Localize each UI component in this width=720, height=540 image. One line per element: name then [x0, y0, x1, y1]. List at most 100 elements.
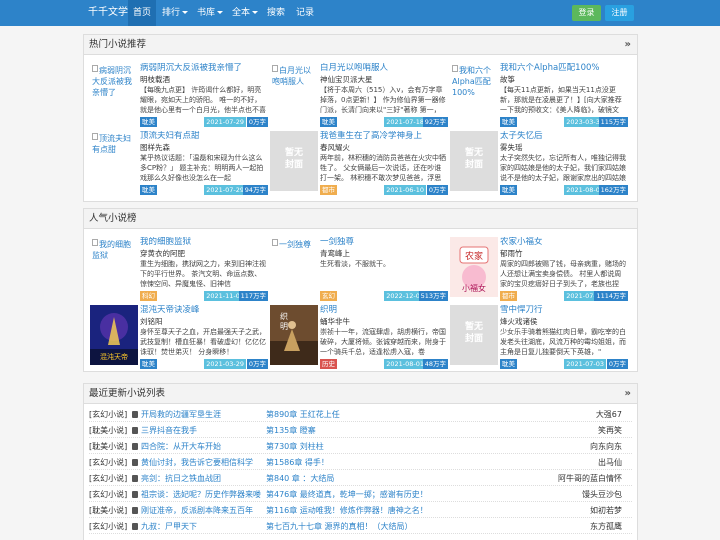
book-title[interactable]: 顶流夫妇有点甜 [140, 131, 268, 142]
row-chapter[interactable]: 第890章 王红花上任 [266, 407, 466, 422]
category-tag: 历史 [320, 359, 337, 369]
row-author: 如初若梦 [590, 506, 622, 515]
nav-rank[interactable]: 排行 [157, 0, 193, 26]
book-description: 【将于本周六（515）入v，会有万字章掉落，0点更新！】 作为修仙界第一器修门派… [320, 86, 446, 114]
update-date: 2021-08-01 [384, 359, 426, 369]
row-book[interactable]: 九叔：尸甲天下 [132, 519, 264, 534]
nav-home[interactable]: 首页 [128, 0, 157, 26]
row-chapter[interactable]: 第476章 最终道真，乾坤一掷；感谢有历史！ [266, 487, 466, 502]
book-cover[interactable]: 我和六个Alpha匹配100% [450, 63, 498, 123]
book-title[interactable]: 雪中悍刀行 [500, 305, 628, 316]
book-title[interactable]: 白月光以咆哨服人 [320, 63, 448, 74]
book-author: 刘铭阳 [140, 317, 163, 326]
book-cover[interactable]: 顶流夫妇有点甜 [90, 131, 138, 191]
book-cover[interactable]: 白月光以咆哨服人 [270, 63, 318, 123]
book-title[interactable]: 混沌天帝诀凌峰 [140, 305, 268, 316]
book-description: 两年前，林积穗的消防员爸爸在火灾中牺牲了。 父女俩最后一次说话，还在吵谁打一架。… [320, 154, 446, 182]
book-author: 图样先森 [140, 143, 170, 152]
row-book-title: 亮剑：抗日之铁血战团 [141, 474, 221, 483]
book-title[interactable]: 太子失忆后 [500, 131, 628, 142]
hot-book-1: 病弱阴沉大反派被我亲懵了 病弱阴沉大反派被我亲懵了 明枝载酒 【每晚九点更】 许… [90, 63, 268, 129]
book-cover[interactable]: 织 明 [270, 305, 318, 365]
book-title[interactable]: 病弱阴沉大反派被我亲懵了 [140, 63, 268, 74]
word-count: 162万字 [598, 185, 628, 195]
no-cover-placeholder[interactable]: 暂无 封面 [450, 131, 498, 191]
latest-panel: 最近更新小说列表 » [玄幻小说] 开局救的边疆军垦生涯 第890章 王红花上任… [83, 383, 638, 540]
zhiming-cover-illustration: 织 明 [270, 305, 318, 365]
row-category[interactable]: [耽美小说] [89, 503, 127, 518]
book-title[interactable]: 农家小福女 [500, 237, 628, 248]
book-title[interactable]: 织明 [320, 305, 448, 316]
popular-book-2: 一剑独尊 一剑独尊 青鸾峰上 生死看淡，不服就干。 玄幻 2022-12-03 51… [270, 237, 448, 303]
row-category[interactable]: [耽美小说] [89, 439, 127, 454]
latest-panel-header: 最近更新小说列表 » [84, 384, 637, 404]
more-icon[interactable]: » [625, 384, 631, 404]
row-chapter[interactable]: 第七百九十七章 源界的真相！（大结局） [266, 519, 466, 534]
row-category[interactable]: [玄幻小说] [89, 455, 127, 470]
book-title[interactable]: 我的细胞监狱 [140, 237, 268, 248]
category-tag: 都市 [320, 185, 337, 195]
row-chapter[interactable]: 第116章 运动唯我！修炼作弊器！唐神之名！ [266, 503, 466, 518]
category-tag: 耽美 [320, 117, 337, 127]
row-author: 馒头豆沙包 [582, 490, 622, 499]
book-description: 崇祯十一年，流寇肆虐，胡虏横行，帝国破碎，大厦将倾。张诚穿越而来，附身于一个骑兵… [320, 328, 446, 356]
svg-text:织: 织 [280, 311, 288, 321]
book-author: 青鸾峰上 [320, 249, 350, 258]
book-cover[interactable]: 混沌天帝 [90, 305, 138, 365]
row-book-title: 九叔：尸甲天下 [141, 522, 197, 531]
row-category[interactable]: [耽美小说] [89, 423, 127, 438]
book-icon [132, 443, 138, 450]
row-book-title: 祖宗谈：选妃呢？历史作弊器来喽 [141, 490, 261, 499]
cover-alt-text: 病弱阴沉大反派被我亲懵了 [92, 66, 132, 97]
row-category[interactable]: [玄幻小说] [89, 471, 127, 486]
row-category[interactable]: [玄幻小说] [89, 407, 127, 422]
row-book[interactable]: 开局救的边疆军垦生涯 [132, 407, 264, 422]
chevron-down-icon [252, 11, 259, 14]
book-title[interactable]: 一剑独尊 [320, 237, 448, 248]
row-book-title: 开局救的边疆军垦生涯 [141, 410, 221, 419]
row-book[interactable]: 四合院：从开大车开始 [132, 439, 264, 454]
hot-book-4: 顶流夫妇有点甜 顶流夫妇有点甜 图样先森 某乎热议话题：「温磊和宋砚为什么这么多… [90, 131, 268, 197]
row-book[interactable]: 黄仙讨封，我告诉它要相信科学 [132, 455, 264, 470]
book-title[interactable]: 我和六个Alpha匹配100% [500, 63, 628, 74]
hot-book-6: 暂无 封面 太子失忆后 雾失瑶 太子突然失忆，忘记所有人，唯独记得我家的四姑娘是他… [450, 131, 628, 197]
word-count: 0万字 [246, 359, 268, 369]
site-brand[interactable]: 千千文学 [88, 0, 128, 26]
row-chapter[interactable]: 第730章 刘柱柱 [266, 439, 466, 454]
no-cover-placeholder[interactable]: 暂无 封面 [450, 305, 498, 365]
broken-image-icon [272, 65, 278, 72]
nav-history[interactable]: 记录 [291, 0, 319, 26]
book-cover[interactable]: 农家 小福女 [450, 237, 498, 297]
more-icon[interactable]: » [625, 35, 631, 55]
row-category[interactable]: [玄幻小说] [89, 487, 127, 502]
book-title[interactable]: 我爸重生在了高冷学神身上 [320, 131, 448, 142]
word-count: 94万字 [242, 185, 268, 195]
nav-search[interactable]: 搜索 [262, 0, 290, 26]
book-author: 春风耀火 [320, 143, 350, 152]
row-chapter[interactable]: 第135章 瞪寨 [266, 423, 466, 438]
row-book[interactable]: 祖宗谈：选妃呢？历史作弊器来喽 [132, 487, 264, 502]
nav-library[interactable]: 书库 [192, 0, 228, 26]
update-date: 2021-07-03 [564, 359, 606, 369]
category-tag: 耽美 [500, 117, 517, 127]
no-cover-placeholder[interactable]: 暂无 封面 [270, 131, 318, 191]
row-chapter[interactable]: 第1586章 得手！ [266, 455, 466, 470]
row-book[interactable]: 亮剑：抗日之铁血战团 [132, 471, 264, 486]
book-cover[interactable]: 病弱阴沉大反派被我亲懵了 [90, 63, 138, 123]
book-cover[interactable]: 一剑独尊 [270, 237, 318, 297]
row-book-title: 黄仙讨封，我告诉它要相信科学 [141, 458, 253, 467]
row-book[interactable]: 三界抖音在我手 [132, 423, 264, 438]
row-chapter[interactable]: 第840 章 ：大结局 [266, 471, 466, 486]
book-icon [132, 475, 138, 482]
nav-complete[interactable]: 全本 [227, 0, 263, 26]
update-row: [玄幻小说] 开局救的边疆军垦生涯 第890章 王红花上任 大强67 [89, 407, 632, 422]
popular-book-6: 暂无 封面 雪中悍刀行 烽火戏诸侯 少女乐手骑着熊猫红肉日晕，霸吃宰的白发老头往湖… [450, 305, 628, 371]
login-button[interactable]: 登录 [572, 5, 601, 21]
row-category[interactable]: [玄幻小说] [89, 519, 127, 534]
book-cover[interactable]: 我的细胞监狱 [90, 237, 138, 297]
book-author: 故筝 [500, 75, 515, 84]
register-button[interactable]: 注册 [605, 5, 634, 21]
row-book[interactable]: 刚证准帝，反派剧本降来五百年 [132, 503, 264, 518]
book-description: 某乎热议话题：「温磊和宋砚为什么这么多CP粉？」 题主补充：明明两人一起拍戏那么… [140, 154, 264, 182]
popular-book-1: 我的细胞监狱 我的细胞监狱 穿黄衣的阿肥 重生为细胞，携狱网之力，来到旧神注视下… [90, 237, 268, 303]
